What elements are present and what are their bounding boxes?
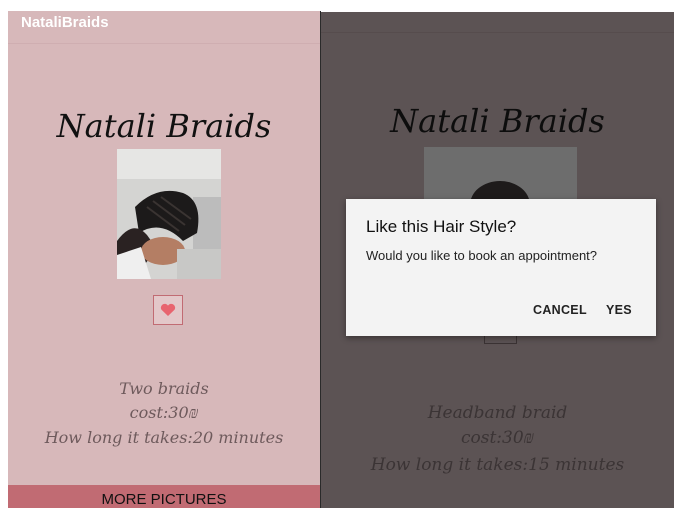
left-screen: NataliBraids Natali Braids Two braids co… bbox=[8, 11, 320, 508]
more-pictures-button[interactable]: MORE PICTURES bbox=[8, 485, 320, 508]
book-appointment-dialog: Like this Hair Style? Would you like to … bbox=[346, 199, 656, 336]
right-style-duration: How long it takes:15 minutes bbox=[370, 455, 625, 475]
brand-title: Natali Braids bbox=[56, 107, 272, 145]
style-cost: cost:30₪ bbox=[129, 403, 199, 422]
right-brand-title: Natali Braids bbox=[390, 102, 605, 140]
right-hairstyle-photo bbox=[424, 147, 577, 202]
heart-icon bbox=[160, 303, 176, 316]
app-title: NataliBraids bbox=[21, 14, 109, 31]
style-name: Two braids bbox=[119, 379, 209, 398]
right-style-cost: cost:30₪ bbox=[460, 428, 534, 448]
style-duration: How long it takes:20 minutes bbox=[44, 428, 284, 447]
right-app-bar bbox=[321, 12, 674, 33]
dialog-title: Like this Hair Style? bbox=[366, 217, 517, 236]
hairstyle-photo-image bbox=[117, 149, 221, 279]
cancel-button[interactable]: CANCEL bbox=[533, 303, 587, 317]
dialog-message: Would you like to book an appointment? bbox=[366, 248, 598, 263]
app-bar: NataliBraids bbox=[8, 11, 320, 44]
right-style-name: Headband braid bbox=[427, 403, 568, 423]
right-hairstyle-photo-image bbox=[424, 147, 577, 202]
hairstyle-photo bbox=[117, 149, 221, 279]
favorite-button[interactable] bbox=[153, 295, 183, 325]
yes-button[interactable]: YES bbox=[606, 303, 632, 317]
